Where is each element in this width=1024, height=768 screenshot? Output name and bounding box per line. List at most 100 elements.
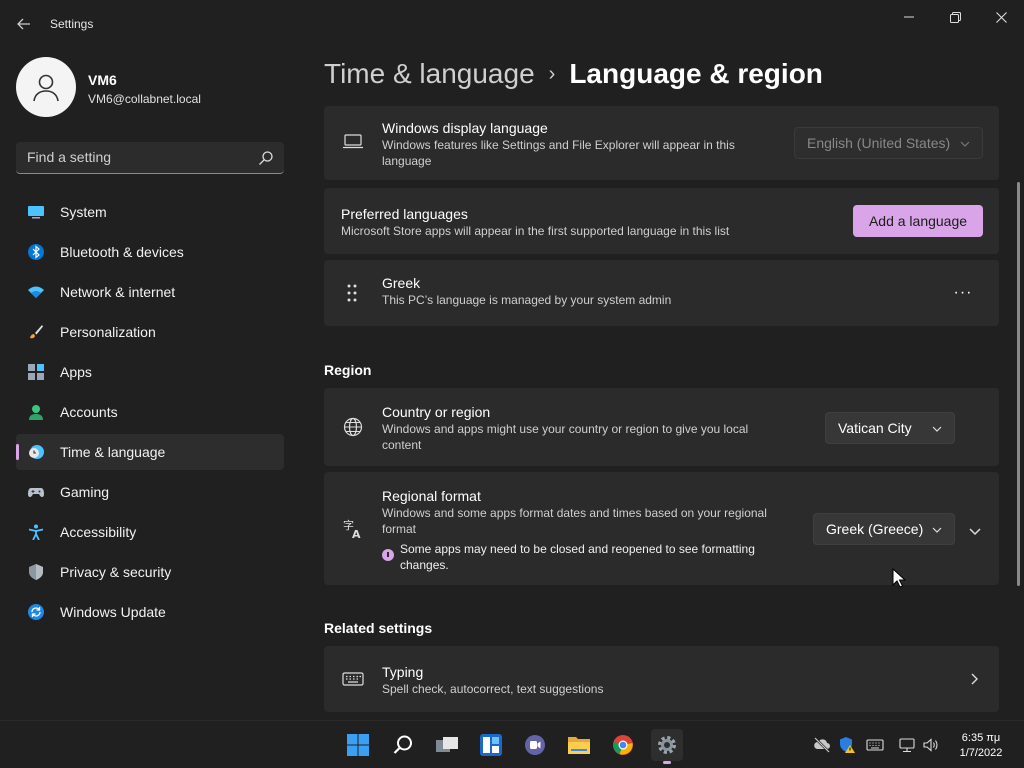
typing-title: Typing — [382, 664, 424, 680]
security-warning-icon[interactable] — [838, 736, 856, 754]
country-region-dropdown[interactable]: Vatican City — [825, 412, 955, 444]
related-settings-heading: Related settings — [324, 620, 433, 636]
taskbar: 6:35 πμ 1/7/2022 — [0, 720, 1024, 768]
volume-icon[interactable] — [922, 736, 940, 754]
country-region-title: Country or region — [382, 404, 491, 420]
monitor-icon — [28, 206, 44, 219]
sidebar-item-label: Apps — [60, 364, 92, 380]
clock-globe-icon — [29, 445, 44, 459]
settings-taskbar-button[interactable] — [651, 729, 683, 764]
sidebar-item-label: Windows Update — [60, 604, 166, 620]
language-list-item[interactable]: Greek This PC’s language is managed by y… — [324, 260, 999, 326]
brush-icon — [30, 325, 43, 339]
wifi-icon — [28, 286, 44, 298]
start-button[interactable] — [342, 729, 374, 761]
user-email: VM6@collabnet.local — [88, 92, 201, 106]
avatar — [16, 57, 76, 117]
info-icon — [382, 549, 394, 561]
title-bar: Settings — [0, 0, 1024, 48]
sidebar-item-windows-update[interactable]: Windows Update — [16, 594, 284, 630]
language-name: Greek — [382, 275, 421, 291]
preferred-languages-card: Preferred languages Microsoft Store apps… — [324, 188, 999, 254]
accessibility-icon — [28, 524, 44, 540]
add-language-button[interactable]: Add a language — [853, 205, 983, 237]
sidebar-item-label: Accounts — [60, 404, 118, 420]
task-view-button[interactable] — [431, 729, 463, 761]
sidebar-item-time-language[interactable]: Time & language — [16, 434, 284, 470]
close-icon — [995, 11, 1007, 23]
user-name: VM6 — [88, 72, 117, 88]
laptop-icon — [343, 134, 363, 149]
sidebar-item-personalization[interactable]: Personalization — [16, 314, 284, 350]
gamepad-icon — [28, 488, 44, 497]
sidebar-item-bluetooth[interactable]: Bluetooth & devices — [16, 234, 284, 270]
minimize-icon — [904, 16, 914, 18]
clock-date: 1/7/2022 — [959, 747, 1003, 759]
sidebar-nav: System Bluetooth & devices Network & int… — [16, 194, 284, 634]
sidebar-item-label: Privacy & security — [60, 564, 172, 580]
restore-icon — [949, 11, 961, 23]
chevron-right-icon — [971, 673, 978, 685]
sidebar-item-network[interactable]: Network & internet — [16, 274, 284, 310]
search-icon[interactable] — [258, 150, 274, 166]
region-heading: Region — [324, 362, 372, 378]
display-language-desc: Windows features like Settings and File … — [382, 138, 735, 168]
sidebar-item-system[interactable]: System — [16, 194, 284, 230]
keyboard-layout-icon[interactable] — [866, 736, 884, 754]
teams-chat-icon — [525, 735, 545, 755]
page-title: Language & region — [569, 58, 823, 89]
chevron-down-icon — [932, 426, 942, 432]
formatting-note: Some apps may need to be closed and reop… — [400, 542, 755, 572]
sidebar-item-label: Personalization — [60, 324, 156, 340]
scrollbar[interactable] — [1017, 182, 1020, 586]
sidebar-item-privacy[interactable]: Privacy & security — [16, 554, 284, 590]
expand-chevron-icon[interactable] — [964, 520, 986, 542]
file-explorer-button[interactable] — [563, 729, 595, 761]
network-icon[interactable] — [898, 736, 916, 754]
regional-format-desc: Windows and some apps format dates and t… — [382, 506, 767, 536]
regional-format-dropdown[interactable]: Greek (Greece) — [813, 513, 955, 545]
regional-format-title: Regional format — [382, 488, 481, 504]
drag-handle-icon[interactable] — [344, 282, 360, 304]
chevron-down-icon — [960, 141, 970, 147]
app-title: Settings — [50, 17, 94, 31]
system-clock[interactable]: 6:35 πμ 1/7/2022 — [952, 731, 1010, 761]
dropdown-value: Greek (Greece) — [826, 521, 924, 537]
minimize-button[interactable] — [886, 6, 932, 28]
sidebar-item-apps[interactable]: Apps — [16, 354, 284, 390]
chrome-button[interactable] — [607, 729, 639, 761]
file-explorer-icon — [568, 737, 590, 754]
preferred-languages-desc: Microsoft Store apps will appear in the … — [341, 224, 730, 238]
task-view-icon — [436, 737, 458, 752]
svg-text:A: A — [352, 528, 361, 540]
update-icon — [28, 604, 44, 620]
dropdown-value: Vatican City — [838, 420, 912, 436]
search-box[interactable] — [16, 142, 284, 174]
onedrive-offline-icon[interactable] — [813, 736, 831, 754]
close-button[interactable] — [978, 6, 1024, 28]
country-region-desc: Windows and apps might use your country … — [382, 422, 749, 452]
sidebar-item-label: Bluetooth & devices — [60, 244, 184, 260]
sidebar-item-accessibility[interactable]: Accessibility — [16, 514, 284, 550]
display-language-dropdown[interactable]: English (United States) — [794, 127, 983, 159]
search-input[interactable] — [16, 142, 246, 172]
chrome-icon — [613, 735, 633, 755]
widgets-button[interactable] — [475, 729, 507, 761]
person-icon — [33, 74, 59, 102]
typing-card[interactable]: Typing Spell check, autocorrect, text su… — [324, 646, 999, 712]
mouse-cursor-icon — [892, 568, 906, 588]
apps-icon — [28, 364, 44, 380]
dropdown-value: English (United States) — [807, 135, 951, 151]
teams-chat-button[interactable] — [519, 729, 551, 761]
person-icon — [29, 405, 43, 420]
restore-button[interactable] — [932, 6, 978, 28]
sidebar-item-label: Accessibility — [60, 524, 137, 540]
back-button[interactable] — [10, 12, 38, 36]
sidebar-item-accounts[interactable]: Accounts — [16, 394, 284, 430]
breadcrumb-parent[interactable]: Time & language — [324, 58, 535, 89]
more-options-button[interactable]: ··· — [950, 280, 976, 306]
regional-format-icon: 字A — [343, 518, 361, 540]
sidebar-item-gaming[interactable]: Gaming — [16, 474, 284, 510]
taskbar-search-button[interactable] — [387, 729, 419, 761]
settings-icon — [658, 736, 676, 754]
